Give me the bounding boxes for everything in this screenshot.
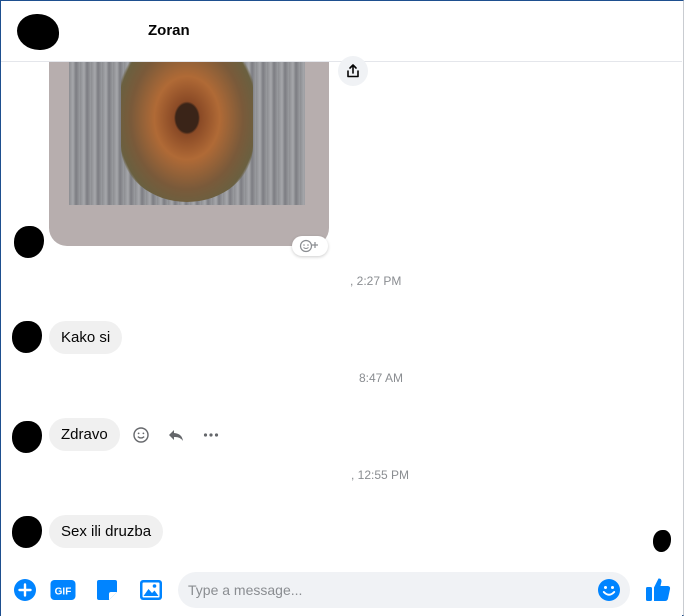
image-content	[121, 62, 253, 202]
message-input[interactable]	[188, 572, 588, 608]
chat-header: Zoran	[1, 2, 682, 62]
message-bubble[interactable]: Kako si	[49, 321, 123, 354]
more-actions-button[interactable]	[13, 578, 37, 602]
share-button[interactable]	[338, 56, 368, 86]
message-bubble[interactable]: Sex ili druzba	[49, 515, 164, 548]
emoji-button[interactable]	[597, 578, 621, 602]
message-actions	[130, 424, 222, 446]
like-button[interactable]	[644, 575, 672, 603]
message-bubble[interactable]: Zdravo	[49, 418, 120, 451]
image-message[interactable]	[49, 62, 329, 246]
reply-icon	[169, 430, 183, 441]
smiley-icon	[598, 579, 620, 601]
svg-text:GIF: GIF	[55, 587, 72, 598]
timestamp: , 12:55 PM	[351, 468, 410, 482]
sticker-icon	[97, 580, 117, 600]
timestamp: , 2:27 PM	[350, 274, 402, 288]
message-input-wrap	[178, 572, 630, 608]
more-button[interactable]	[200, 424, 222, 446]
photo-icon	[140, 580, 162, 600]
gif-button[interactable]: GIF	[50, 578, 76, 602]
contact-avatar[interactable]	[17, 14, 59, 50]
add-reaction-icon	[299, 239, 318, 253]
sticker-button[interactable]	[95, 578, 119, 602]
shared-image	[69, 62, 305, 205]
contact-name[interactable]: Zoran	[148, 22, 190, 39]
share-icon	[347, 64, 359, 78]
react-button[interactable]	[130, 424, 152, 446]
gif-icon: GIF	[50, 580, 76, 600]
timestamp: 8:47 AM	[359, 371, 404, 385]
plus-icon	[14, 579, 36, 601]
reply-button[interactable]	[165, 424, 187, 446]
add-reaction-button[interactable]	[292, 236, 328, 256]
more-icon	[203, 433, 219, 437]
emoji-icon	[133, 427, 149, 443]
thumbs-up-icon	[646, 578, 671, 601]
photo-button[interactable]	[139, 578, 163, 602]
